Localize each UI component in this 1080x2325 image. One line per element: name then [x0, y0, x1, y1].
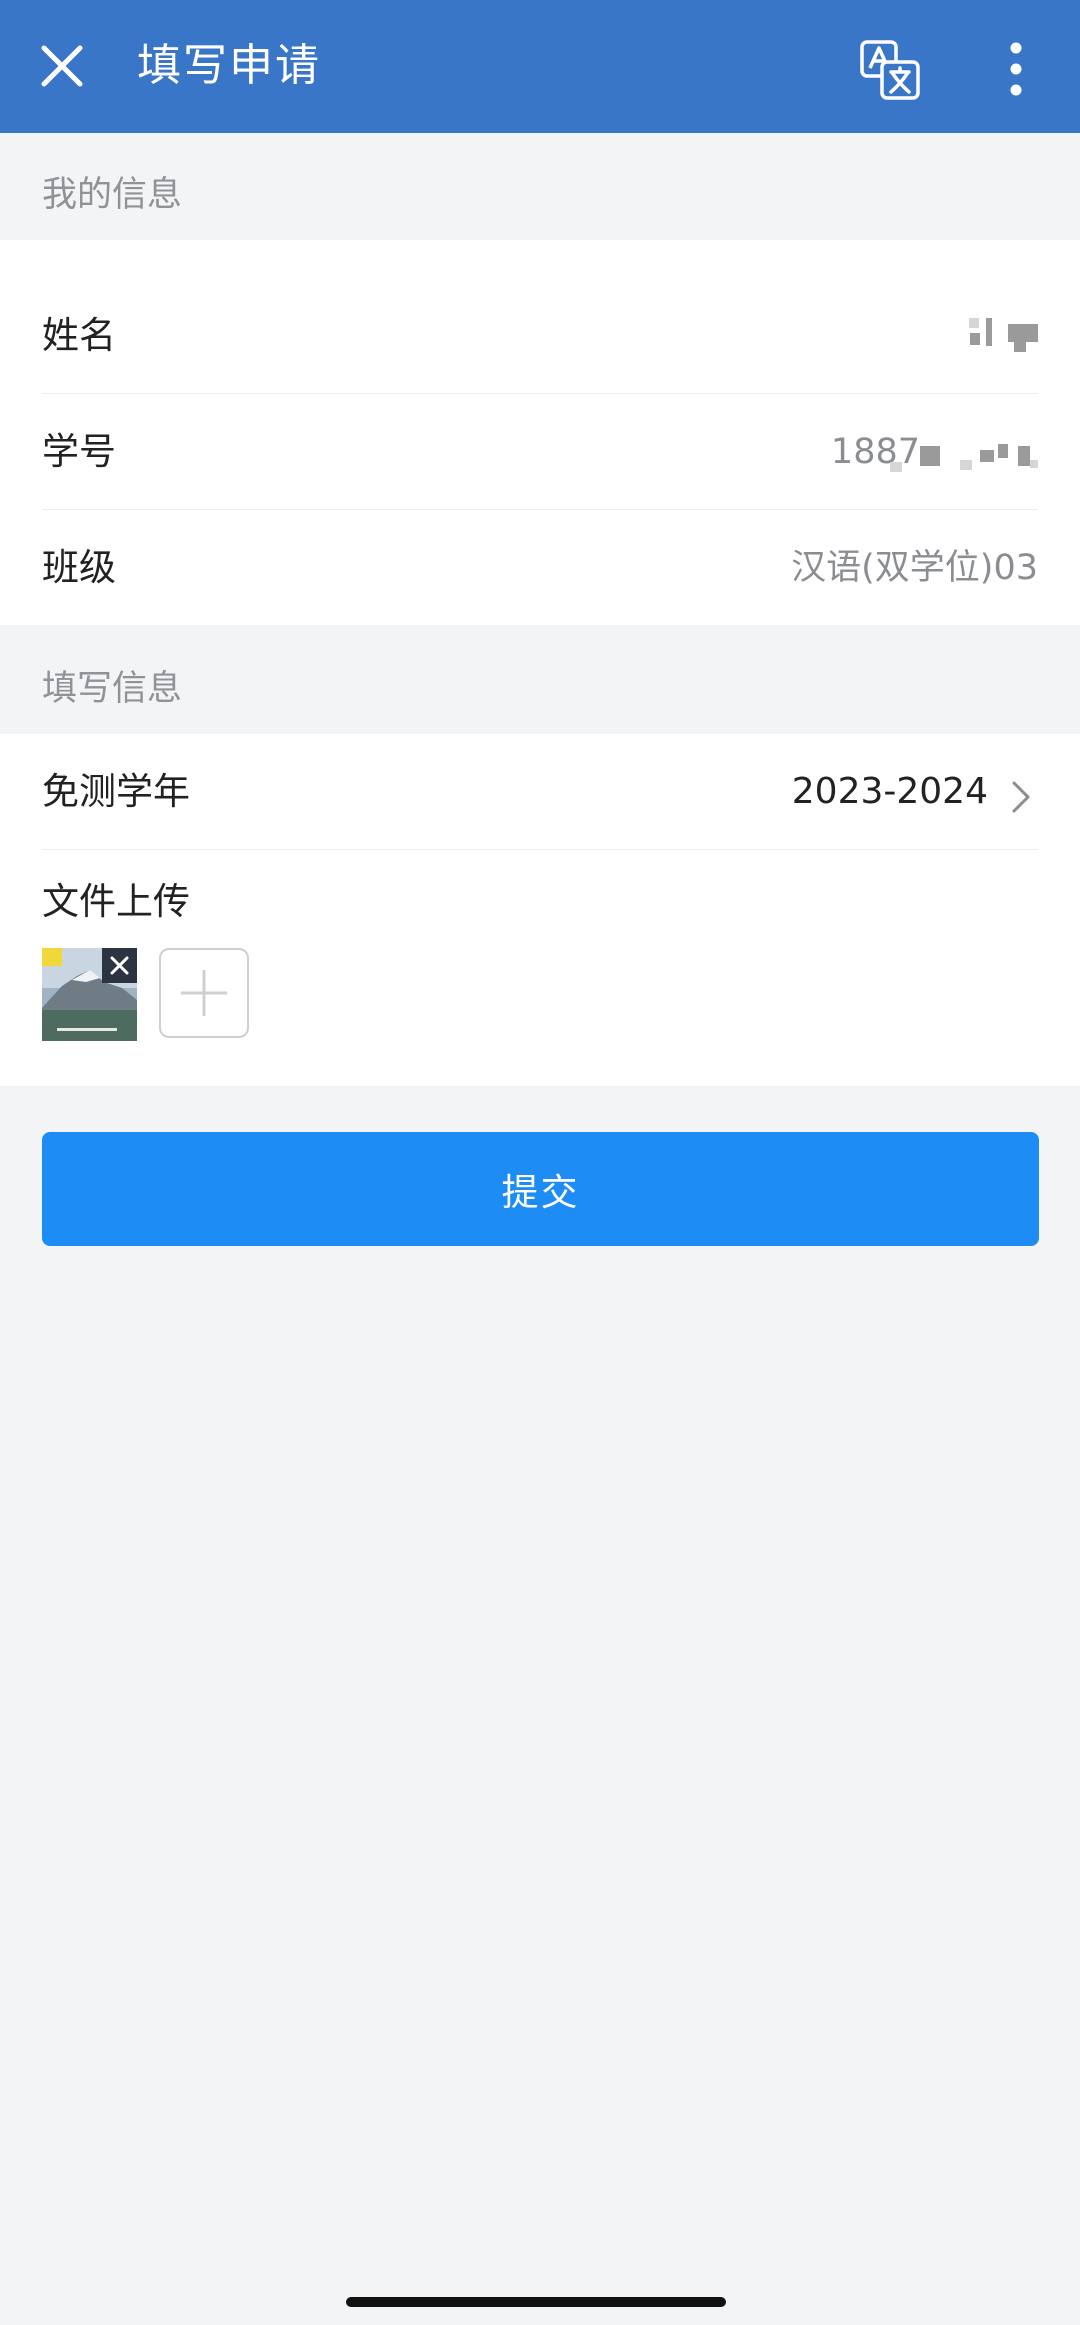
remove-image-button[interactable] [102, 948, 137, 983]
redacted-pixel [970, 333, 980, 345]
exempt-year-label: 免测学年 [42, 770, 190, 813]
home-indicator[interactable] [346, 2297, 726, 2307]
close-button[interactable] [32, 36, 92, 96]
redacted-pixel [998, 444, 1008, 458]
redacted-pixel [969, 318, 979, 328]
info-row-name: 姓名 [0, 278, 1080, 394]
translate-icon [860, 40, 920, 100]
redacted-pixel [1008, 324, 1038, 342]
file-upload-label: 文件上传 [42, 880, 190, 923]
close-icon [110, 956, 129, 975]
name-label: 姓名 [42, 314, 116, 357]
info-row-class: 班级 汉语(双学位)03 [0, 510, 1080, 626]
add-file-button[interactable] [159, 948, 249, 1038]
chevron-right-icon [1012, 781, 1030, 813]
student-id-label: 学号 [42, 430, 116, 473]
submit-button[interactable]: 提交 [42, 1132, 1039, 1246]
redacted-pixel [1030, 460, 1038, 468]
info-row-student-id: 学号 1887 [0, 394, 1080, 510]
redacted-pixel [890, 462, 902, 472]
redacted-pixel [986, 318, 992, 346]
redacted-pixel [1018, 446, 1030, 466]
page-title: 填写申请 [137, 40, 321, 91]
redacted-pixel [1014, 342, 1026, 352]
more-menu-button[interactable] [1000, 38, 1032, 102]
exempt-year-value: 2023-2024 [791, 771, 988, 812]
class-label: 班级 [42, 546, 116, 589]
section-title-my-info: 我的信息 [42, 175, 183, 215]
exempt-year-row[interactable]: 免测学年 2023-2024 [0, 734, 1080, 850]
student-id-value: 1887 [830, 432, 920, 472]
row-divider [42, 849, 1038, 850]
plus-icon [181, 970, 227, 1016]
my-info-card: 姓名 学号 1887 班级 汉语(双学位)03 [0, 240, 1080, 625]
section-title-fill-info: 填写信息 [42, 669, 183, 709]
app-header: 填写申请 [0, 0, 1080, 133]
translate-button[interactable] [858, 38, 922, 102]
close-icon [41, 45, 83, 87]
redacted-pixel [960, 460, 972, 470]
more-vertical-icon [1010, 42, 1022, 96]
redacted-pixel [980, 450, 994, 462]
redacted-pixel [920, 446, 940, 466]
class-value: 汉语(双学位)03 [791, 548, 1038, 588]
